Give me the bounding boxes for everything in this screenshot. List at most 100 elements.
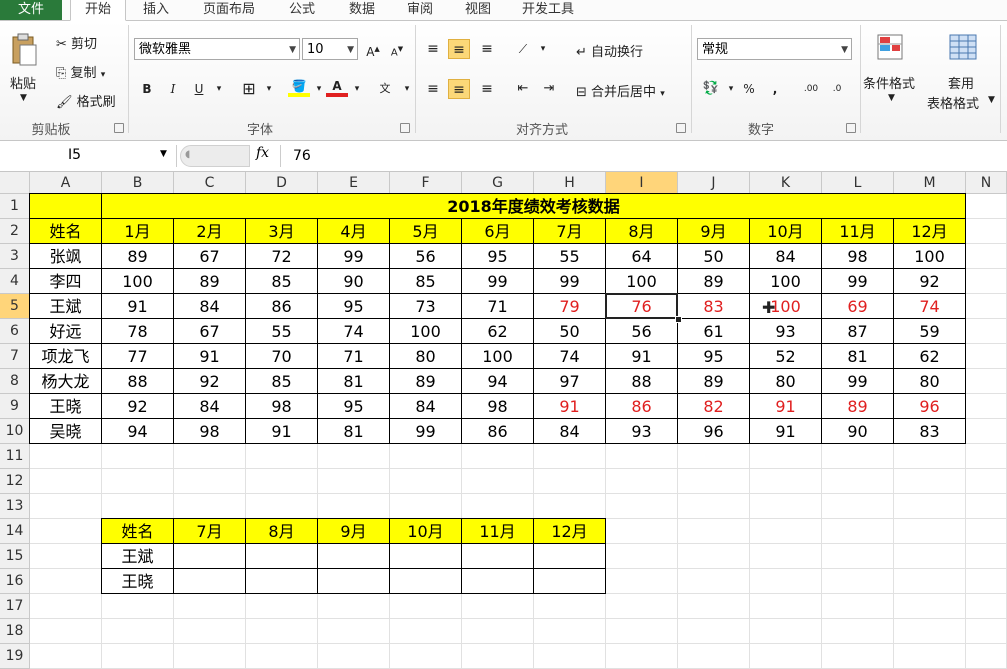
decrease-decimal-icon[interactable]: .0 [826,79,848,99]
underline-dropdown-icon[interactable]: ▾ [208,79,230,99]
grid-cell[interactable] [318,469,390,494]
value-cell[interactable]: 83 [678,294,750,319]
row-header-1[interactable]: 1 [0,194,30,219]
name-cell[interactable]: 王斌 [30,294,102,319]
grid-cell[interactable] [606,644,678,669]
grid-cell[interactable] [678,644,750,669]
row-header-4[interactable]: 4 [0,269,30,294]
grid-cell[interactable] [966,444,1007,469]
grid-cell[interactable] [30,519,102,544]
comma-style-button[interactable]: , [764,79,786,99]
percent-style-button[interactable]: % [738,79,760,99]
grid-cell[interactable] [534,619,606,644]
value-cell[interactable]: 100 [102,269,174,294]
summary-empty-cell[interactable] [534,569,606,594]
grid-cell[interactable] [966,294,1007,319]
value-cell[interactable]: 91 [174,344,246,369]
value-cell[interactable]: 84 [174,294,246,319]
value-cell[interactable]: 91 [750,394,822,419]
grid-cell[interactable] [966,619,1007,644]
grid-cell[interactable] [966,519,1007,544]
grid-cell[interactable] [102,494,174,519]
value-cell[interactable]: 85 [246,269,318,294]
value-cell[interactable]: 81 [318,419,390,444]
grid-cell[interactable] [30,644,102,669]
grid-cell[interactable] [678,494,750,519]
increase-indent-icon[interactable]: ⇥ [538,79,560,99]
table-header-cell[interactable]: 2月 [174,219,246,244]
phonetic-icon[interactable]: 文 [374,79,396,99]
row-header-18[interactable]: 18 [0,619,30,644]
cut-button[interactable]: ✂ 剪切 [56,33,97,52]
paste-dropdown-icon[interactable]: ▼ [20,93,27,103]
value-cell[interactable]: 88 [606,369,678,394]
font-name-select[interactable]: 微软雅黑 ▼ [134,38,300,60]
value-cell[interactable]: 70 [246,344,318,369]
value-cell[interactable]: 67 [174,244,246,269]
value-cell[interactable]: 89 [174,269,246,294]
value-cell[interactable]: 93 [606,419,678,444]
grid-cell[interactable] [966,544,1007,569]
collapse-icon[interactable]: ◖ [185,149,190,160]
column-header-a[interactable]: A [30,172,102,194]
grid-cell[interactable] [174,469,246,494]
wrap-text-button[interactable]: ↵ 自动换行 [576,41,643,60]
grid-cell[interactable] [822,519,894,544]
grid-cell[interactable] [462,644,534,669]
grid-cell[interactable] [822,494,894,519]
table-header-cell[interactable]: 姓名 [30,219,102,244]
grid-cell[interactable] [318,644,390,669]
number-launcher-icon[interactable] [846,123,856,133]
grid-cell[interactable] [174,594,246,619]
summary-empty-cell[interactable] [174,544,246,569]
value-cell[interactable]: 90 [318,269,390,294]
value-cell[interactable]: 62 [462,319,534,344]
row-header-6[interactable]: 6 [0,319,30,344]
grid-cell[interactable] [246,619,318,644]
grid-cell[interactable] [318,444,390,469]
value-cell[interactable]: 86 [462,419,534,444]
italic-icon[interactable]: I [162,79,184,99]
value-cell[interactable]: 91 [102,294,174,319]
row-header-14[interactable]: 14 [0,519,30,544]
orientation-dropdown-icon[interactable]: ▾ [532,39,554,59]
orientation-icon[interactable]: ⟋ [512,39,534,59]
grid-cell[interactable] [462,619,534,644]
value-cell[interactable]: 84 [174,394,246,419]
grid-cell[interactable] [822,444,894,469]
grid-cell[interactable] [750,444,822,469]
value-cell[interactable]: 99 [462,269,534,294]
grid-cell[interactable] [822,469,894,494]
value-cell[interactable]: 95 [678,344,750,369]
formula-input[interactable]: 76 [280,145,1007,167]
value-cell[interactable]: 91 [606,344,678,369]
grid-cell[interactable] [678,544,750,569]
value-cell[interactable]: 96 [678,419,750,444]
grid-cell[interactable] [606,619,678,644]
summary-header-cell[interactable]: 11月 [462,519,534,544]
value-cell[interactable]: 95 [462,244,534,269]
grid-cell[interactable] [894,544,966,569]
grid-cell[interactable] [534,444,606,469]
value-cell[interactable]: 64 [606,244,678,269]
grid-cell[interactable] [390,644,462,669]
value-cell[interactable]: 95 [318,394,390,419]
summary-empty-cell[interactable] [318,544,390,569]
grid-cell[interactable] [606,444,678,469]
value-cell[interactable]: 85 [390,269,462,294]
row-header-11[interactable]: 11 [0,444,30,469]
value-cell[interactable]: 55 [246,319,318,344]
name-cell[interactable]: 杨大龙 [30,369,102,394]
value-cell[interactable]: 80 [894,369,966,394]
column-header-n[interactable]: N [966,172,1007,194]
borders-icon[interactable]: ⊞ [238,79,260,99]
grid-cell[interactable] [30,469,102,494]
value-cell[interactable]: 98 [462,394,534,419]
grid-cell[interactable] [750,594,822,619]
grid-cell[interactable] [318,619,390,644]
grid-cell[interactable] [390,594,462,619]
font-color-icon[interactable]: A [326,79,348,99]
grid-cell[interactable] [390,469,462,494]
name-cell[interactable]: 项龙飞 [30,344,102,369]
row-header-8[interactable]: 8 [0,369,30,394]
